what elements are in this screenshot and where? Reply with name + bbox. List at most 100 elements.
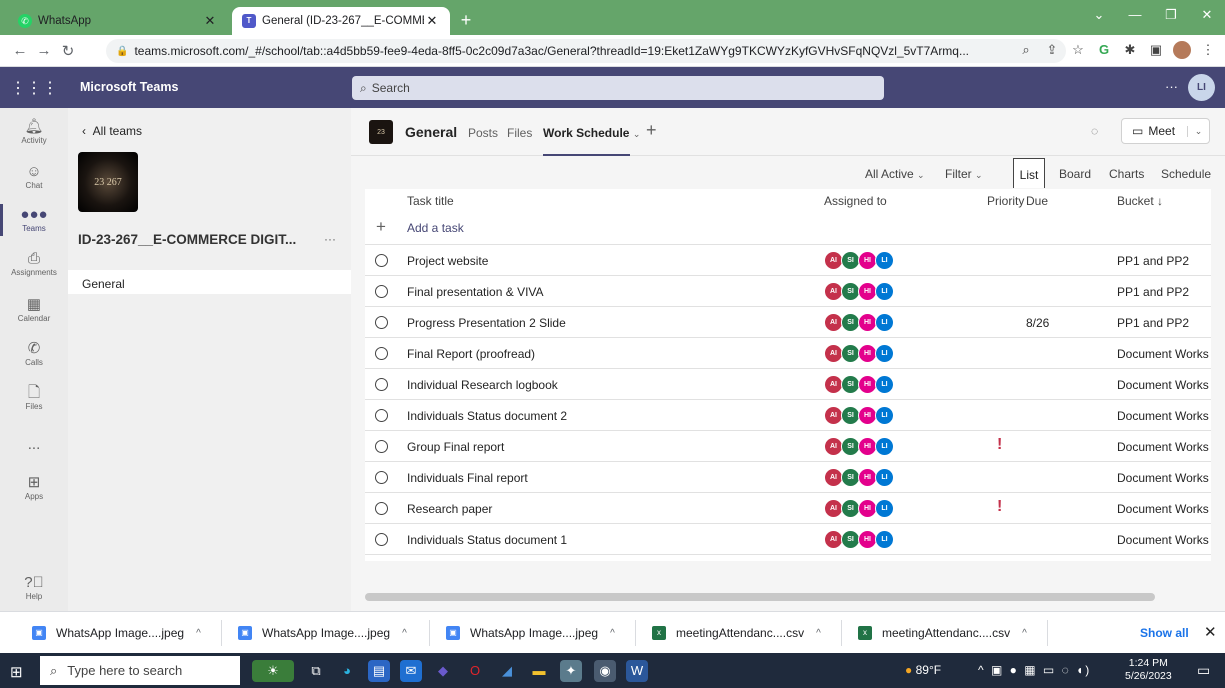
task-row[interactable]: Final presentation & VIVA AI SI HI LI PP1 and… — [365, 275, 1211, 306]
complete-task-checkbox[interactable] — [375, 254, 388, 267]
task-title[interactable]: Project website — [407, 254, 488, 268]
more-options-icon[interactable]: ··· — [1165, 79, 1178, 94]
forward-icon[interactable]: → — [32, 42, 56, 59]
app-icon[interactable]: ◢ — [496, 660, 518, 682]
tab-files[interactable]: Files — [507, 126, 532, 140]
download-item[interactable]: ▣ WhatsApp Image....jpeg ^ — [228, 620, 430, 646]
complete-task-checkbox[interactable] — [375, 471, 388, 484]
weather-widget[interactable]: ● 89°F — [905, 663, 941, 677]
view-charts-tab[interactable]: Charts — [1109, 167, 1144, 181]
tab-work-schedule[interactable]: Work Schedule ⌄ — [543, 126, 640, 156]
rail-item-files[interactable]: 🗋︎ Files — [0, 384, 68, 411]
download-item[interactable]: x meetingAttendanc....csv ^ — [642, 620, 842, 646]
chevron-down-icon[interactable]: ⌄ — [1187, 125, 1209, 137]
complete-task-checkbox[interactable] — [375, 316, 388, 329]
assignee-avatars[interactable]: AI SI HI LI — [824, 437, 894, 456]
windows-start-icon[interactable]: ⊞ — [10, 663, 23, 681]
filter-dropdown[interactable]: Filter ⌄ — [945, 167, 983, 181]
kebab-menu-icon[interactable]: ⋮ — [1199, 41, 1217, 59]
task-title[interactable]: Individuals Status document 2 — [407, 409, 567, 423]
chevron-up-icon[interactable]: ^ — [816, 628, 821, 639]
complete-task-checkbox[interactable] — [375, 440, 388, 453]
user-avatar[interactable]: LI — [1188, 74, 1215, 101]
add-tab-button[interactable]: + — [646, 120, 657, 141]
task-row[interactable]: Research paper AI SI HI LI! Document Works — [365, 492, 1211, 523]
close-tab-icon[interactable]: ✕ — [202, 13, 218, 29]
view-list-tab[interactable]: List — [1013, 158, 1045, 188]
browser-tab-whatsapp[interactable]: ✆ WhatsApp ✕ — [8, 7, 228, 35]
assignee-avatars[interactable]: AI SI HI LI — [824, 375, 894, 394]
view-schedule-tab[interactable]: Schedule — [1161, 167, 1211, 181]
complete-task-checkbox[interactable] — [375, 285, 388, 298]
task-title[interactable]: Group Final report — [407, 440, 504, 454]
store-icon[interactable]: ▤ — [368, 660, 390, 682]
column-header-due[interactable]: Due — [1026, 194, 1048, 208]
complete-task-checkbox[interactable] — [375, 533, 388, 546]
task-title[interactable]: Final presentation & VIVA — [407, 285, 544, 299]
task-title[interactable]: Progress Presentation 2 Slide — [407, 316, 566, 330]
task-row[interactable]: Final Report (proofread) AI SI HI LI Document… — [365, 337, 1211, 368]
column-header-bucket[interactable]: Bucket ↓ — [1117, 194, 1163, 208]
active-filter-dropdown[interactable]: All Active ⌄ — [865, 167, 925, 181]
rail-item-help[interactable]: ?⃝ Help — [0, 574, 68, 601]
task-row[interactable]: Project website AI SI HI LI PP1 and PP2 — [365, 244, 1211, 275]
close-tab-icon[interactable]: ✕ — [424, 13, 440, 29]
minimize-icon[interactable]: — — [1117, 0, 1153, 30]
app-icon[interactable]: ✦ — [560, 660, 582, 682]
complete-task-checkbox[interactable] — [375, 347, 388, 360]
chevron-down-icon[interactable]: ⌄ — [1081, 0, 1117, 30]
chevron-up-icon[interactable]: ^ — [402, 628, 407, 639]
file-explorer-icon[interactable]: ▬ — [528, 660, 550, 682]
column-header-title[interactable]: Task title — [407, 194, 454, 208]
task-title[interactable]: Individuals Status document 1 — [407, 533, 567, 547]
assignee-avatars[interactable]: AI SI HI LI — [824, 530, 894, 549]
search-input[interactable]: ⌕ Search — [352, 76, 884, 100]
assignee-avatars[interactable]: AI SI HI LI — [824, 406, 894, 425]
assignee-avatars[interactable]: AI SI HI LI — [824, 499, 894, 518]
complete-task-checkbox[interactable] — [375, 409, 388, 422]
app-launcher-icon[interactable]: ⋮⋮⋮ — [0, 67, 68, 108]
meet-button[interactable]: ▭ Meet ⌄ — [1121, 118, 1210, 144]
team-more-icon[interactable]: ··· — [324, 232, 336, 246]
news-widget-icon[interactable]: ☀ — [252, 660, 294, 682]
notifications-icon[interactable]: ▭ — [1197, 662, 1210, 679]
task-title[interactable]: Final Report (proofread) — [407, 347, 535, 361]
assignee-avatars[interactable]: AI SI HI LI — [824, 344, 894, 363]
assignee-avatars[interactable]: AI SI HI LI — [824, 282, 894, 301]
rail-item-calendar[interactable]: ▦ Calendar — [0, 296, 68, 323]
reload-icon[interactable]: ↻ — [56, 42, 80, 60]
chevron-up-icon[interactable]: ^ — [196, 628, 201, 639]
puzzle-icon[interactable]: ✱ — [1121, 41, 1139, 59]
rail-item-teams[interactable]: ●●● Teams — [0, 204, 68, 236]
assignee-avatars[interactable]: AI SI HI LI — [824, 251, 894, 270]
view-board-tab[interactable]: Board — [1059, 167, 1091, 181]
restore-icon[interactable]: ❐ — [1153, 0, 1189, 30]
task-title[interactable]: Individuals Final report — [407, 471, 528, 485]
url-bar[interactable]: 🔒 teams.microsoft.com/_#/school/tab::a4d… — [106, 39, 1066, 63]
back-to-all-teams[interactable]: ‹ All teams — [82, 124, 142, 138]
download-item[interactable]: ▣ WhatsApp Image....jpeg ^ — [436, 620, 636, 646]
rail-item-chat[interactable]: ☺ Chat — [0, 163, 68, 190]
channel-item-general[interactable]: General — [68, 270, 351, 294]
task-row[interactable]: Individuals Final report AI SI HI LI Document… — [365, 461, 1211, 492]
column-header-priority[interactable]: Priority — [987, 194, 1024, 208]
rail-item-activity[interactable]: 🔔︎ Activity — [0, 118, 68, 145]
complete-task-checkbox[interactable] — [375, 378, 388, 391]
rail-item-more[interactable]: ... — [0, 436, 68, 454]
conversation-icon[interactable]: ◌ — [1091, 124, 1098, 138]
browser-tab-teams[interactable]: T General (ID-23-267__E-COMMER ✕ — [232, 7, 450, 35]
task-row[interactable]: Individuals Status document 1 AI SI HI LI Doc… — [365, 523, 1211, 554]
bookmark-star-icon[interactable]: ☆ — [1069, 41, 1087, 59]
profile-avatar[interactable] — [1173, 41, 1191, 59]
zoom-icon[interactable]: ⌕ — [1017, 41, 1035, 59]
task-row[interactable]: Individuals Status document 2 AI SI HI LI Doc… — [365, 399, 1211, 430]
rail-item-calls[interactable]: ✆ Calls — [0, 340, 68, 367]
chevron-up-icon[interactable]: ^ — [610, 628, 615, 639]
taskbar-search-input[interactable]: ⌕ Type here to search — [40, 656, 240, 685]
word-icon[interactable]: W — [626, 660, 648, 682]
tab-posts[interactable]: Posts — [468, 126, 498, 140]
clock[interactable]: 1:24 PM 5/26/2023 — [1125, 657, 1172, 683]
team-title[interactable]: ID-23-267__E-COMMERCE DIGIT... — [78, 232, 296, 247]
opera-icon[interactable]: O — [464, 660, 486, 682]
horizontal-scrollbar[interactable] — [365, 593, 1155, 601]
